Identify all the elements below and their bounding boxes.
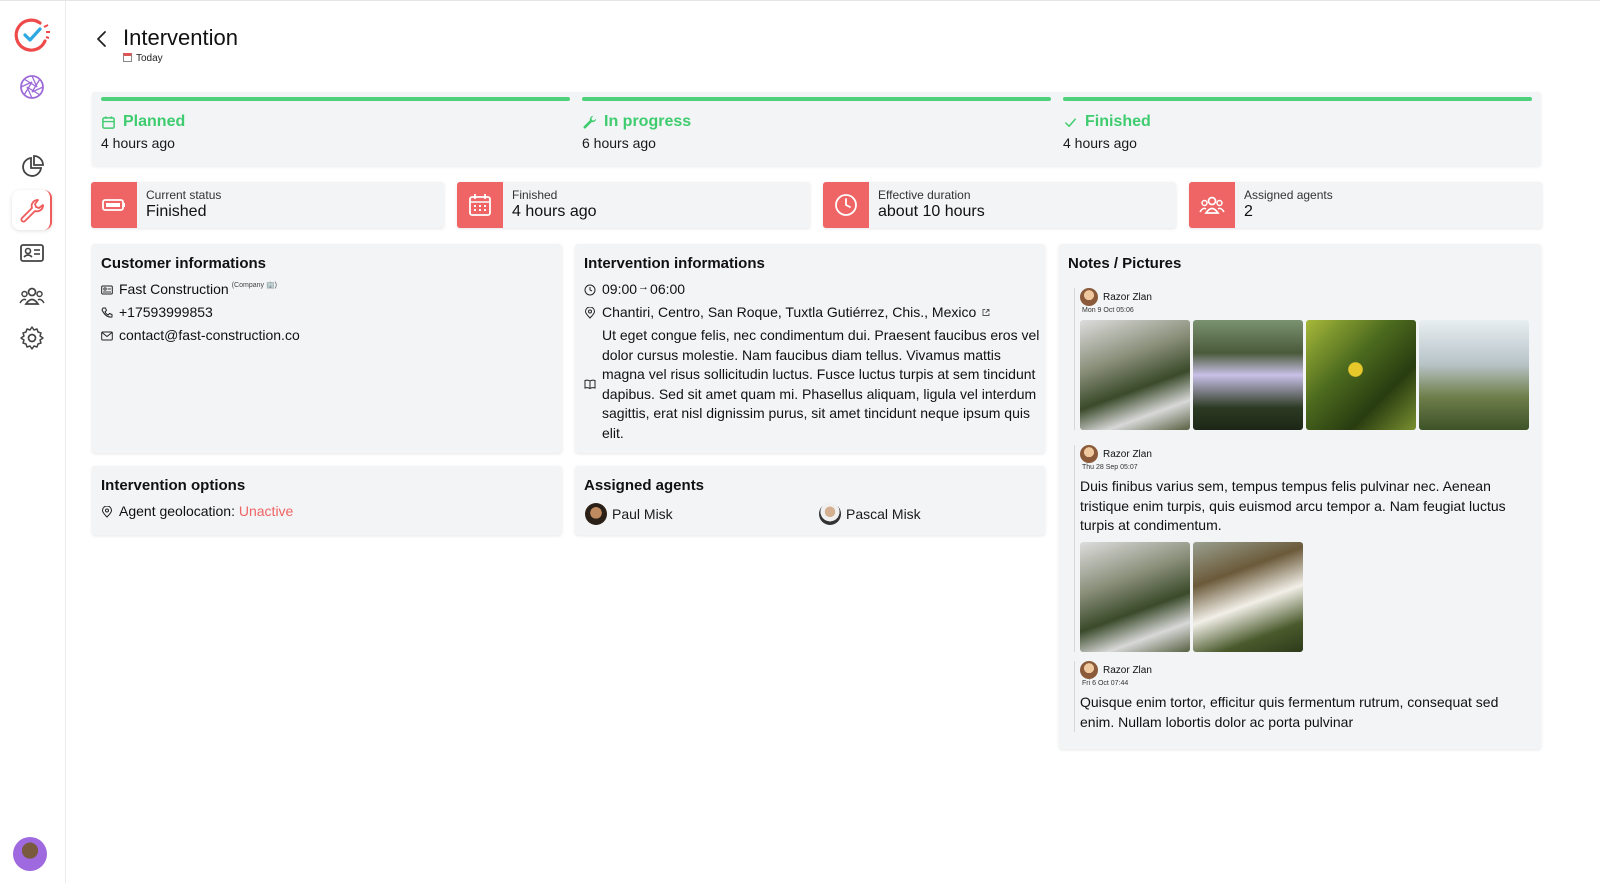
calendar-icon [102,115,115,129]
timeline-step-in-progress: In progress 6 hours ago [582,92,1051,166]
notes-pictures-card: Notes / Pictures Razor Zlan Mon 9 Oct 05… [1059,244,1541,749]
card-title: Intervention options [101,477,246,494]
status-timeline: Planned 4 hours ago In progress 6 hours … [92,92,1541,166]
sidebar [0,1,66,883]
card-title: Assigned agents [584,477,705,494]
author-avatar [1080,661,1098,679]
app-logo-icon[interactable] [12,15,52,55]
stat-label: Assigned agents [1244,188,1333,202]
check-icon [1065,117,1076,127]
note-text: Duis finibus varius sem, tempus tempus f… [1080,478,1506,533]
customer-email[interactable]: contact@fast-construction.co [101,327,300,343]
timeline-label: Finished [1085,113,1151,130]
back-arrow-icon[interactable] [92,29,112,49]
card-title: Intervention informations [584,255,765,272]
timeline-progress-bar [582,97,1051,101]
note-date: Fri 6 Oct 07:44 [1082,680,1129,687]
agent-item[interactable]: Pascal Misk [819,503,921,525]
stat-value: about 10 hours [878,203,985,220]
intervention-options-card: Intervention options Agent geolocation: … [92,466,562,535]
picture-thumbnail[interactable] [1193,320,1303,430]
note-date: Mon 9 Oct 05:06 [1082,307,1134,314]
users-icon [1189,182,1235,228]
card-title: Customer informations [101,255,267,272]
agent-geolocation-row: Agent geolocation: Unactive [101,503,293,519]
timeline-step-planned: Planned 4 hours ago [101,92,570,166]
intervention-address[interactable]: Chantiri, Centro, San Roque, Tuxtla Guti… [584,304,998,320]
pie-chart-icon[interactable] [12,147,52,187]
book-icon [584,379,596,390]
user-avatar[interactable] [13,837,47,871]
customer-info-card: Customer informations Fast Construction(… [92,244,562,453]
note-author: Razor Zlan [1103,664,1152,676]
note-text: Quisque enim tortor, efficitur quis ferm… [1080,694,1499,730]
stat-value: 4 hours ago [512,203,597,220]
timeline-label: In progress [604,113,692,130]
wrench-icon[interactable] [12,190,52,230]
customer-phone[interactable]: +17593999853 [101,304,213,320]
stat-value: Finished [146,203,207,220]
note-pictures [1080,320,1529,430]
picture-thumbnail[interactable] [1193,541,1303,652]
map-pin-icon [101,506,113,518]
note-author: Razor Zlan [1103,448,1152,460]
clock-icon [584,284,596,296]
stat-label: Effective duration [878,188,971,202]
phone-icon [101,307,113,318]
stat-effective-duration: Effective duration about 10 hours [823,182,1176,228]
wrench-icon [583,115,597,129]
picture-thumbnail[interactable] [1080,541,1190,652]
note-item: Razor Zlan Thu 28 Sep 05:07 Duis finibus… [1074,445,1520,652]
note-item: Razor Zlan Fri 6 Oct 07:44 Quisque enim … [1074,661,1520,732]
author-avatar [1080,445,1098,463]
timeline-time: 6 hours ago [582,135,656,151]
timeline-progress-bar [1063,97,1532,101]
picture-thumbnail[interactable] [1306,320,1416,430]
mail-icon [101,331,113,341]
intervention-description: Ut eget congue felis, nec condimentum du… [602,327,1040,441]
picture-thumbnail[interactable] [1419,320,1529,430]
note-pictures [1080,541,1520,652]
stat-current-status: Current status Finished [91,182,444,228]
map-pin-icon [584,307,596,319]
assigned-agents-card: Assigned agents Paul Misk Pascal Misk [575,466,1045,535]
calendar-icon [457,182,503,228]
author-avatar [1080,288,1098,306]
intervention-info-card: Intervention informations 09:00 → 06:00 Ch… [575,244,1045,453]
aperture-icon[interactable] [12,67,52,107]
stat-finished: Finished 4 hours ago [457,182,810,228]
timeline-progress-bar [101,97,570,101]
picture-thumbnail[interactable] [1080,320,1190,430]
timeline-time: 4 hours ago [1063,135,1137,151]
contact-card-icon[interactable] [12,233,52,273]
calendar-icon [123,53,132,62]
stat-assigned-agents: Assigned agents 2 [1189,182,1542,228]
id-card-icon [101,285,113,295]
timeline-time: 4 hours ago [101,135,175,151]
arrow-right-icon: → [638,281,650,293]
customer-company: Fast Construction (Company 🏢) [101,281,277,297]
agent-avatar [585,503,607,525]
timeline-step-finished: Finished 4 hours ago [1063,92,1532,166]
settings-gear-icon[interactable] [12,318,52,358]
stat-value: 2 [1244,203,1253,220]
clock-icon [823,182,869,228]
intervention-time-range: 09:00 → 06:00 [584,281,685,297]
card-title: Notes / Pictures [1068,255,1182,272]
note-date: Thu 28 Sep 05:07 [1082,464,1138,471]
agent-item[interactable]: Paul Misk [585,503,673,525]
users-icon[interactable] [12,276,52,316]
external-link-icon[interactable] [980,308,992,317]
battery-icon [91,182,137,228]
timeline-label: Planned [123,113,186,130]
agent-avatar [819,503,841,525]
note-item: Razor Zlan Mon 9 Oct 05:06 [1074,288,1529,430]
stat-label: Finished [512,188,558,202]
note-author: Razor Zlan [1103,291,1152,303]
geolocation-status: Unactive [238,503,294,519]
page-subtitle: Today [123,53,163,64]
page-title: Intervention [123,25,238,50]
stat-label: Current status [146,188,222,202]
